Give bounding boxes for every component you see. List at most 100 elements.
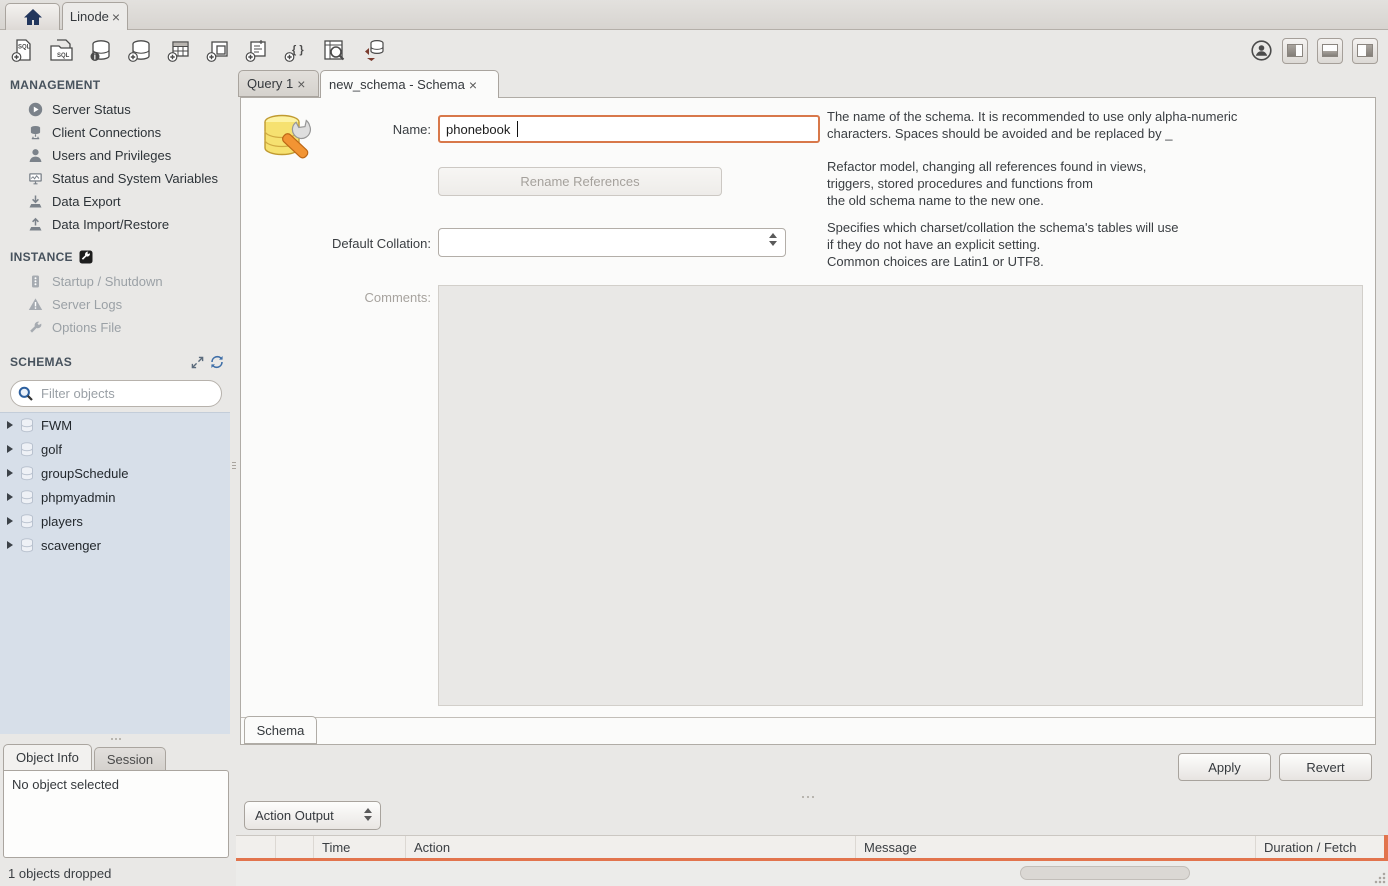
create-table-icon[interactable] [166, 38, 191, 63]
sidebar-item-server-status[interactable]: Server Status [0, 98, 232, 121]
column-header-message[interactable]: Message [856, 836, 1256, 858]
schema-item-phpmyadmin[interactable]: phpmyadmin [0, 485, 230, 509]
object-info-tabbar: Object Info Session [0, 744, 232, 770]
schemas-section-header: SCHEMAS [10, 355, 224, 369]
toolbar-right-group [1250, 38, 1378, 64]
safety-check-icon[interactable] [1250, 39, 1273, 62]
create-view-icon[interactable] [205, 38, 230, 63]
editor-bottom-divider [241, 717, 1375, 718]
comments-textarea[interactable] [438, 285, 1363, 706]
home-tab[interactable] [5, 3, 60, 30]
right-panel-icon [1357, 44, 1373, 57]
toggle-right-panel-button[interactable] [1352, 38, 1378, 64]
button-label: Apply [1208, 760, 1241, 775]
sidebar-item-status-system-variables[interactable]: Status and System Variables [0, 167, 232, 190]
schema-name-input[interactable] [438, 115, 820, 143]
management-section-header: MANAGEMENT [10, 78, 224, 92]
create-schema-icon[interactable] [127, 38, 152, 63]
data-import-icon [28, 217, 43, 232]
toggle-left-panel-button[interactable] [1282, 38, 1308, 64]
schema-label: FWM [41, 418, 72, 433]
sidebar-item-client-connections[interactable]: Client Connections [0, 121, 232, 144]
expander-icon[interactable] [7, 541, 13, 549]
schema-item-golf[interactable]: golf [0, 437, 230, 461]
schema-icon [20, 538, 34, 553]
tab-query-1[interactable]: Query 1 × [238, 70, 319, 97]
schema-icon [20, 442, 34, 457]
create-stored-procedure-icon[interactable] [244, 38, 269, 63]
action-output-selector[interactable]: Action Output [244, 801, 381, 830]
sidebar-item-options-file[interactable]: Options File [0, 316, 232, 339]
sidebar-item-data-export[interactable]: Data Export [0, 190, 232, 213]
user-icon [28, 148, 43, 163]
expand-schemas-icon[interactable] [191, 356, 204, 369]
output-splitter-handle[interactable] [802, 796, 814, 798]
revert-button[interactable]: Revert [1279, 753, 1372, 781]
expander-icon[interactable] [7, 469, 13, 477]
schema-label: groupSchedule [41, 466, 128, 481]
schema-item-groupschedule[interactable]: groupSchedule [0, 461, 230, 485]
status-text: 1 objects dropped [8, 866, 111, 881]
schema-editor-panel: Name: The name of the schema. It is reco… [240, 97, 1376, 745]
tab-object-info[interactable]: Object Info [3, 744, 92, 770]
column-header-time[interactable]: Time [314, 836, 406, 858]
tab-label: Object Info [16, 750, 79, 765]
connection-tab-linode[interactable]: Linode × [62, 2, 128, 30]
schema-label: phpmyadmin [41, 490, 115, 505]
expander-icon[interactable] [7, 421, 13, 429]
horizontal-scrollbar[interactable] [1020, 866, 1190, 880]
item-label: Client Connections [52, 125, 161, 140]
open-sql-script-icon[interactable]: SQL [49, 38, 74, 63]
new-sql-tab-icon[interactable]: SQL [10, 38, 35, 63]
column-header-index[interactable] [276, 836, 314, 858]
item-label: Server Logs [52, 297, 122, 312]
column-header-status[interactable] [236, 836, 276, 858]
tab-new-schema[interactable]: new_schema - Schema × [320, 70, 499, 98]
svg-text:SQL: SQL [57, 53, 70, 59]
tab-schema-bottom[interactable]: Schema [244, 716, 317, 744]
expander-icon[interactable] [7, 517, 13, 525]
default-collation-select[interactable] [438, 228, 786, 257]
toggle-bottom-panel-button[interactable] [1317, 38, 1343, 64]
schema-list: FWM golf groupSchedule phpmyadmin player [0, 412, 230, 734]
selected-collation [439, 235, 447, 250]
instance-config-icon[interactable] [79, 250, 93, 264]
sidebar-splitter-handle[interactable] [0, 734, 232, 744]
sidebar-item-data-import[interactable]: Data Import/Restore [0, 213, 232, 236]
default-collation-label: Default Collation: [241, 236, 431, 251]
schemas-title: SCHEMAS [10, 355, 72, 369]
schema-item-scavenger[interactable]: scavenger [0, 533, 230, 557]
close-icon[interactable]: × [112, 11, 120, 23]
sidebar-item-server-logs[interactable]: Server Logs [0, 293, 232, 316]
search-table-data-icon[interactable] [322, 38, 347, 63]
close-icon[interactable]: × [469, 79, 477, 91]
filter-objects-input[interactable] [10, 380, 222, 407]
connection-tab-label: Linode [70, 9, 109, 24]
button-label: Rename References [520, 174, 639, 189]
refresh-schemas-icon[interactable] [210, 355, 224, 369]
search-icon [18, 386, 34, 402]
button-label: Revert [1306, 760, 1344, 775]
sidebar-item-users-privileges[interactable]: Users and Privileges [0, 144, 232, 167]
rename-references-button[interactable]: Rename References [438, 167, 722, 196]
expander-icon[interactable] [7, 445, 13, 453]
apply-button[interactable]: Apply [1178, 753, 1271, 781]
sidebar-item-startup-shutdown[interactable]: Startup / Shutdown [0, 270, 232, 293]
reconnect-dbms-icon[interactable] [361, 38, 386, 63]
schema-item-players[interactable]: players [0, 509, 230, 533]
column-header-duration[interactable]: Duration / Fetch [1256, 836, 1388, 858]
column-header-action[interactable]: Action [406, 836, 856, 858]
filter-objects-field [10, 380, 222, 407]
close-icon[interactable]: × [297, 78, 305, 90]
schema-label: scavenger [41, 538, 101, 553]
create-function-icon[interactable]: { } [283, 38, 308, 63]
server-status-inspector-icon[interactable]: i [88, 38, 113, 63]
window-resize-grip[interactable] [1374, 872, 1386, 884]
schema-item-fwm[interactable]: FWM [0, 413, 230, 437]
tab-session[interactable]: Session [94, 747, 166, 770]
options-file-icon [28, 320, 43, 335]
home-icon [22, 7, 44, 27]
action-output-header-row: Time Action Message Duration / Fetch [236, 835, 1388, 858]
left-panel-icon [1287, 44, 1303, 57]
expander-icon[interactable] [7, 493, 13, 501]
